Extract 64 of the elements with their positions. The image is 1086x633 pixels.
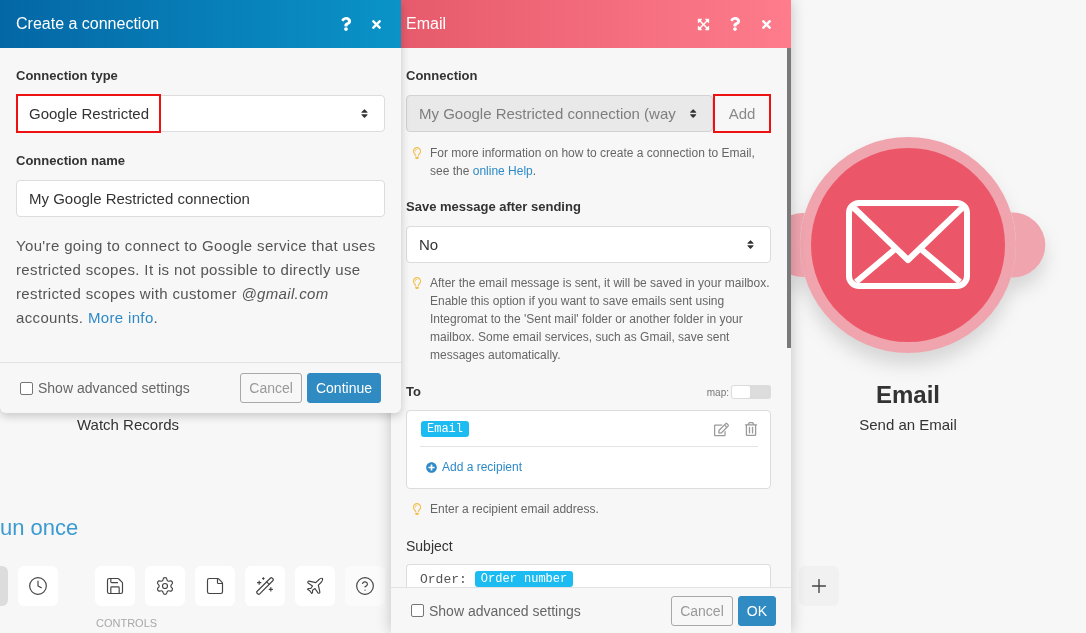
clock-icon <box>28 576 48 596</box>
dialog-title: Create a connection <box>16 15 160 33</box>
field-label: Subject <box>406 538 454 554</box>
lightbulb-icon <box>411 277 423 289</box>
map-toggle[interactable] <box>731 385 771 399</box>
primary-button[interactable]: Continue <box>306 373 381 403</box>
field-label: To <box>406 384 421 400</box>
checkbox[interactable] <box>411 604 424 617</box>
help-button[interactable] <box>345 566 385 606</box>
hint-text: After the email message is sent, it will be saved in your mailbox. Enable this option if you want to save emails sent using Integromat to the 'Sent mail' folder or another folder in your mailbox. Some email services, such as Gmail, save sent messages automatically. <box>430 275 771 364</box>
hint-text: For more information on how to create a connection to Email, see the online Help. <box>430 145 756 180</box>
subject-field[interactable]: Order: Order number <box>406 564 771 587</box>
sort-icon <box>745 239 756 250</box>
settings-icon <box>155 576 175 596</box>
input-field[interactable]: My Google Restricted connection <box>16 180 385 217</box>
primary-button[interactable]: OK <box>737 595 776 626</box>
checkbox[interactable] <box>20 381 33 395</box>
note-icon <box>205 576 225 596</box>
field-label: Connection <box>406 68 479 84</box>
toolbar-group-label: CONTROLS <box>95 617 158 629</box>
lightbulb-icon <box>411 147 423 159</box>
checkbox-label[interactable]: Show advanced settings <box>38 380 190 396</box>
field-label: Connection name <box>16 153 127 169</box>
help-icon[interactable] <box>728 17 742 31</box>
hint-text: Enter a recipient email address. <box>430 501 599 518</box>
variable-tag[interactable]: Email <box>421 421 469 437</box>
airplane-icon <box>305 576 325 596</box>
auto-align-button[interactable] <box>245 566 285 606</box>
scrollbar[interactable] <box>787 48 791 348</box>
trash-icon[interactable] <box>744 422 758 436</box>
settings-button[interactable] <box>145 566 185 606</box>
help-icon <box>355 576 375 596</box>
schedule-button[interactable] <box>18 566 58 606</box>
sort-icon <box>687 108 699 119</box>
notes-button[interactable] <box>195 566 235 606</box>
map-label: map: <box>706 386 729 398</box>
magic-wand-icon <box>255 576 275 596</box>
cancel-button[interactable]: Cancel <box>240 373 302 403</box>
add-module-button[interactable] <box>799 566 839 606</box>
close-icon[interactable] <box>760 17 773 31</box>
more-info-link[interactable]: More info <box>87 309 154 326</box>
run-once-label[interactable]: un once <box>0 515 79 541</box>
checkbox-label[interactable]: Show advanced settings <box>429 602 581 619</box>
edit-icon[interactable] <box>714 422 729 437</box>
module-label: Watch Records <box>77 416 179 433</box>
subject-text: Order: <box>420 571 467 587</box>
save-button[interactable] <box>95 566 135 606</box>
module-subtitle: Send an Email <box>859 416 957 433</box>
variable-tag[interactable]: Order number <box>474 571 574 587</box>
close-icon[interactable] <box>370 17 383 31</box>
flow-control-button[interactable] <box>295 566 335 606</box>
help-icon[interactable] <box>339 17 353 31</box>
field-label: Connection type <box>16 68 119 84</box>
cancel-button[interactable]: Cancel <box>671 595 733 626</box>
module-title: Email <box>876 381 940 409</box>
select-field[interactable]: Google Restricted <box>16 95 385 132</box>
field-label: Save message after sending <box>406 199 582 215</box>
lightbulb-icon <box>411 503 423 515</box>
add-recipient-link[interactable]: Add a recipient <box>420 460 758 474</box>
sort-icon <box>359 108 370 119</box>
expand-icon[interactable] <box>697 17 710 31</box>
select-field[interactable]: No <box>406 226 771 263</box>
panel-title: Email <box>406 15 446 33</box>
notice-text: You're going to connect to Google service that uses restricted scopes. It is not possible to directly use restricted scopes with customer @gmail.com accounts. More info. <box>16 236 377 328</box>
